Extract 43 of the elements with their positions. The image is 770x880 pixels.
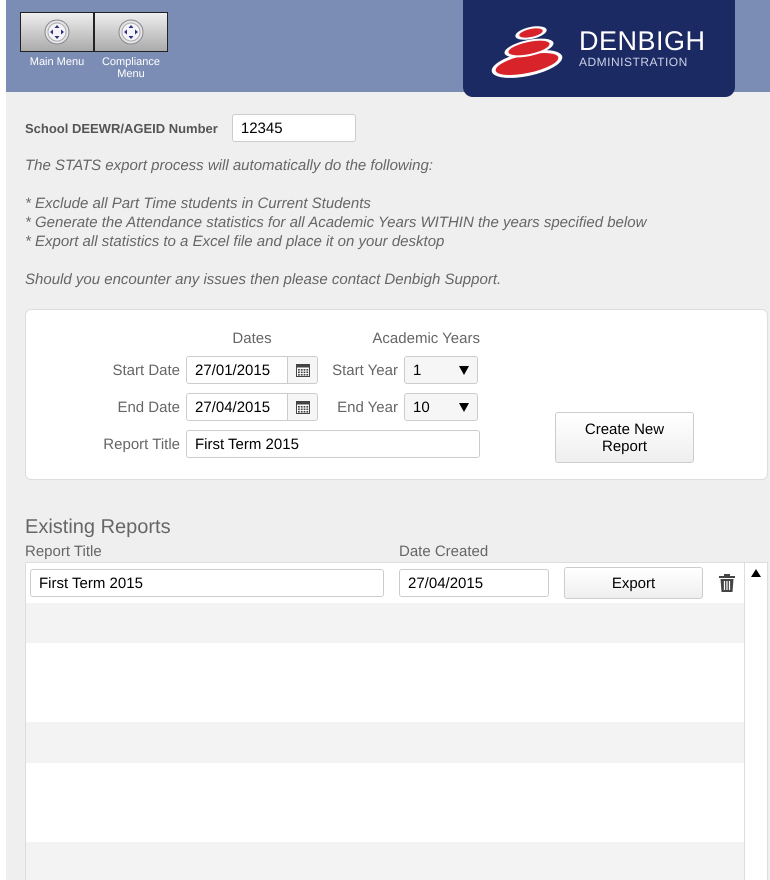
bullet-text: * Exclude all Part Time students in Current Students [25, 194, 372, 213]
support-note: Should you encounter any issues then please contact Denbigh Support. [25, 270, 502, 289]
calendar-icon[interactable] [296, 364, 310, 376]
section-heading: Dates [231, 330, 273, 347]
create-report-button[interactable]: Create New Report [555, 412, 694, 463]
field-label: End Year [336, 398, 399, 416]
bullet-text: * Generate the Attendance statistics for all Academic Years WITHIN the years specified below [25, 213, 648, 232]
up-arrow-icon [751, 569, 761, 577]
dropdown-caret-icon [459, 366, 469, 374]
scrollbar[interactable] [744, 562, 768, 880]
section-heading: Academic Years [371, 330, 480, 347]
date-created-field[interactable]: 27/04/2015 [399, 569, 549, 597]
field-label: Report Title [102, 436, 181, 452]
school-number-field[interactable]: 12345 [232, 114, 356, 142]
year-dropdown[interactable]: 1 [404, 356, 478, 384]
export-button[interactable]: Export [564, 567, 703, 599]
toolbar-button[interactable] [94, 12, 168, 52]
calendar-button[interactable] [288, 356, 318, 384]
compass-icon [118, 19, 144, 45]
toolbar-button[interactable] [20, 12, 94, 52]
date-field[interactable]: 27/01/2015 [186, 356, 288, 384]
year-dropdown[interactable]: 10 [404, 393, 478, 421]
field-label: End Date [116, 398, 181, 416]
calendar-button[interactable] [288, 393, 318, 421]
compass-icon [44, 19, 70, 45]
trash-icon[interactable] [718, 573, 736, 593]
bullet-text: * Export all statistics to a Excel file and place it on your desktop [25, 232, 446, 251]
dropdown-caret-icon [459, 402, 469, 412]
logo-tagline: ADMINISTRATION [579, 55, 689, 69]
toolbar-label: Main Menu [28, 56, 86, 68]
column-header: Date Created [399, 543, 488, 560]
field-label: School DEEWR/AGEID Number [25, 120, 218, 136]
instruction-text: The STATS export process will automatically do the following: [25, 156, 434, 175]
date-field[interactable]: 27/04/2015 [186, 393, 288, 421]
report-title-field[interactable]: First Term 2015 [30, 569, 384, 597]
logo-name: DENBIGH [579, 28, 706, 55]
field-label: Start Year [331, 362, 399, 378]
field-label: Start Date [111, 362, 181, 378]
section-heading: Existing Reports [25, 516, 172, 539]
column-header: Report Title [25, 543, 103, 560]
report-title-field[interactable]: First Term 2015 [186, 430, 480, 458]
toolbar-label: Compliance Menu [100, 56, 162, 80]
calendar-icon[interactable] [296, 400, 310, 414]
